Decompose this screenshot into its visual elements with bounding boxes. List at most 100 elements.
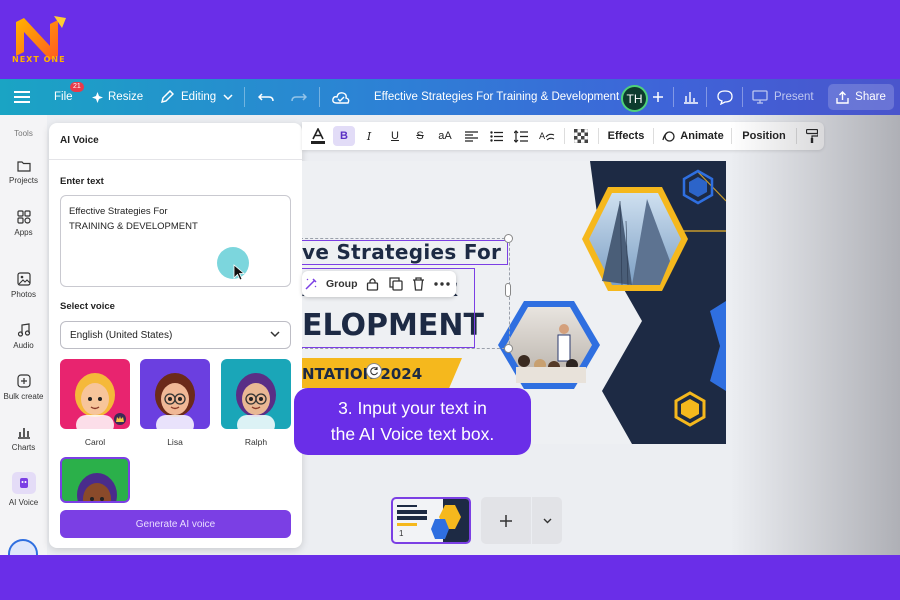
- animate-label: Animate: [680, 130, 724, 142]
- chevron-down-icon: [543, 518, 551, 523]
- add-page-button[interactable]: [481, 497, 531, 544]
- transparency-button[interactable]: [571, 122, 591, 150]
- side-handle[interactable]: [505, 283, 511, 297]
- copy-style-button[interactable]: [803, 122, 821, 150]
- resize-handle[interactable]: [504, 234, 513, 243]
- text-style-button[interactable]: A: [536, 122, 558, 150]
- sidebar-item-label: Photos: [11, 290, 36, 299]
- position-button[interactable]: Position: [739, 122, 789, 150]
- redo-button[interactable]: [291, 79, 307, 115]
- doc-title-text: Effective Strategies For Training & Deve…: [374, 91, 620, 103]
- voice-name: Carol: [84, 437, 106, 447]
- generate-ai-voice-button[interactable]: Generate AI voice: [60, 510, 291, 538]
- voice-card[interactable]: [60, 457, 130, 503]
- sidebar-item-apps[interactable]: Apps: [0, 210, 47, 237]
- divider: [673, 87, 674, 107]
- magic-assistant-icon[interactable]: [8, 539, 38, 555]
- text-color-icon: [311, 128, 325, 144]
- text-color-button[interactable]: [308, 122, 328, 150]
- rotate-icon: [370, 367, 379, 376]
- chevron-down-icon: [223, 94, 233, 100]
- generate-label: Generate AI voice: [135, 518, 216, 530]
- resize-handle[interactable]: [504, 344, 513, 353]
- share-icon: [836, 90, 849, 104]
- transparency-icon: [574, 129, 588, 143]
- sidebar-item-ai-voice[interactable]: AI Voice: [0, 472, 47, 507]
- animate-icon: [662, 130, 675, 142]
- comments-button[interactable]: [717, 79, 733, 115]
- sidebar-item-photos[interactable]: Photos: [0, 272, 47, 299]
- bar-chart-icon: [684, 92, 698, 104]
- voice-text-input[interactable]: Effective Strategies For TRAINING & DEVE…: [60, 195, 291, 287]
- magic-edit-icon[interactable]: [304, 277, 318, 291]
- sidebar-item-label: Bulk create: [3, 392, 44, 401]
- add-page-menu-button[interactable]: [532, 497, 562, 544]
- file-label: File: [54, 91, 73, 103]
- share-label: Share: [855, 91, 886, 103]
- duplicate-icon[interactable]: [389, 277, 403, 291]
- list-button[interactable]: [486, 122, 506, 150]
- divider: [706, 87, 707, 107]
- plus-icon: [500, 514, 512, 527]
- voice-avatar-icon: [236, 373, 276, 429]
- hamburger-icon: [14, 91, 30, 103]
- divider: [731, 128, 732, 144]
- insights-button[interactable]: [683, 79, 699, 115]
- italic-button[interactable]: I: [359, 122, 379, 150]
- chevron-down-icon: [270, 331, 280, 338]
- resize-button[interactable]: Resize: [92, 79, 143, 115]
- music-icon: [17, 323, 30, 337]
- present-icon: [752, 90, 768, 104]
- animate-button[interactable]: Animate: [662, 122, 724, 150]
- rotate-handle[interactable]: [366, 363, 382, 379]
- brand-name: NEXT ONE: [12, 55, 66, 64]
- voice-card[interactable]: [140, 359, 210, 429]
- ribbon-text[interactable]: NTATION 2024: [302, 365, 422, 383]
- paint-roller-icon: [806, 129, 818, 143]
- tools-label: Tools: [14, 129, 33, 138]
- text-effect-icon: A: [539, 132, 555, 142]
- share-button[interactable]: Share: [828, 84, 894, 110]
- effects-button[interactable]: Effects: [606, 122, 646, 150]
- align-button[interactable]: [461, 122, 481, 150]
- bold-button[interactable]: B: [333, 126, 355, 146]
- divider: [598, 128, 599, 144]
- callout-line2: the AI Voice text box.: [330, 424, 495, 444]
- sidebar-item-charts[interactable]: Charts: [0, 425, 47, 452]
- voice-avatar-icon: [155, 373, 195, 429]
- voice-card[interactable]: [60, 359, 130, 429]
- instruction-callout: 3. Input your text in the AI Voice text …: [294, 388, 531, 455]
- user-avatar[interactable]: TH: [621, 85, 648, 112]
- bold-label: B: [340, 130, 348, 142]
- divider: [49, 159, 302, 160]
- resize-label: Resize: [108, 91, 144, 103]
- group-button[interactable]: Group: [326, 278, 358, 290]
- editing-mode-dropdown[interactable]: Editing: [160, 79, 233, 115]
- left-sidebar: Tools Projects Apps Photos Audio Bulk cr…: [0, 115, 47, 555]
- sidebar-item-audio[interactable]: Audio: [0, 323, 47, 350]
- underline-button[interactable]: U: [385, 122, 405, 150]
- strikethrough-button[interactable]: S: [410, 122, 430, 150]
- present-label: Present: [774, 91, 814, 103]
- page-thumbnail[interactable]: 1: [391, 497, 471, 544]
- strike-label: S: [416, 130, 424, 142]
- document-title[interactable]: Effective Strategies For Training & Deve…: [374, 79, 619, 115]
- save-status-button[interactable]: [332, 79, 350, 115]
- undo-button[interactable]: [258, 79, 274, 115]
- image-icon: [16, 272, 31, 286]
- sidebar-item-projects[interactable]: Projects: [0, 160, 47, 185]
- chart-icon: [17, 428, 30, 439]
- underline-label: U: [391, 130, 399, 142]
- letter-case-button[interactable]: aA: [434, 122, 456, 150]
- sidebar-item-bulk-create[interactable]: Bulk create: [0, 374, 47, 401]
- invite-button[interactable]: [652, 79, 664, 115]
- spacing-button[interactable]: [511, 122, 531, 150]
- present-button[interactable]: Present: [752, 79, 814, 115]
- voice-card[interactable]: [221, 359, 291, 429]
- bulk-create-icon: [16, 374, 31, 388]
- lock-icon[interactable]: [366, 277, 379, 291]
- trash-icon[interactable]: [412, 277, 425, 291]
- voice-language-select[interactable]: English (United States): [60, 321, 291, 349]
- more-options-icon[interactable]: [434, 282, 450, 286]
- menu-button[interactable]: [14, 79, 30, 115]
